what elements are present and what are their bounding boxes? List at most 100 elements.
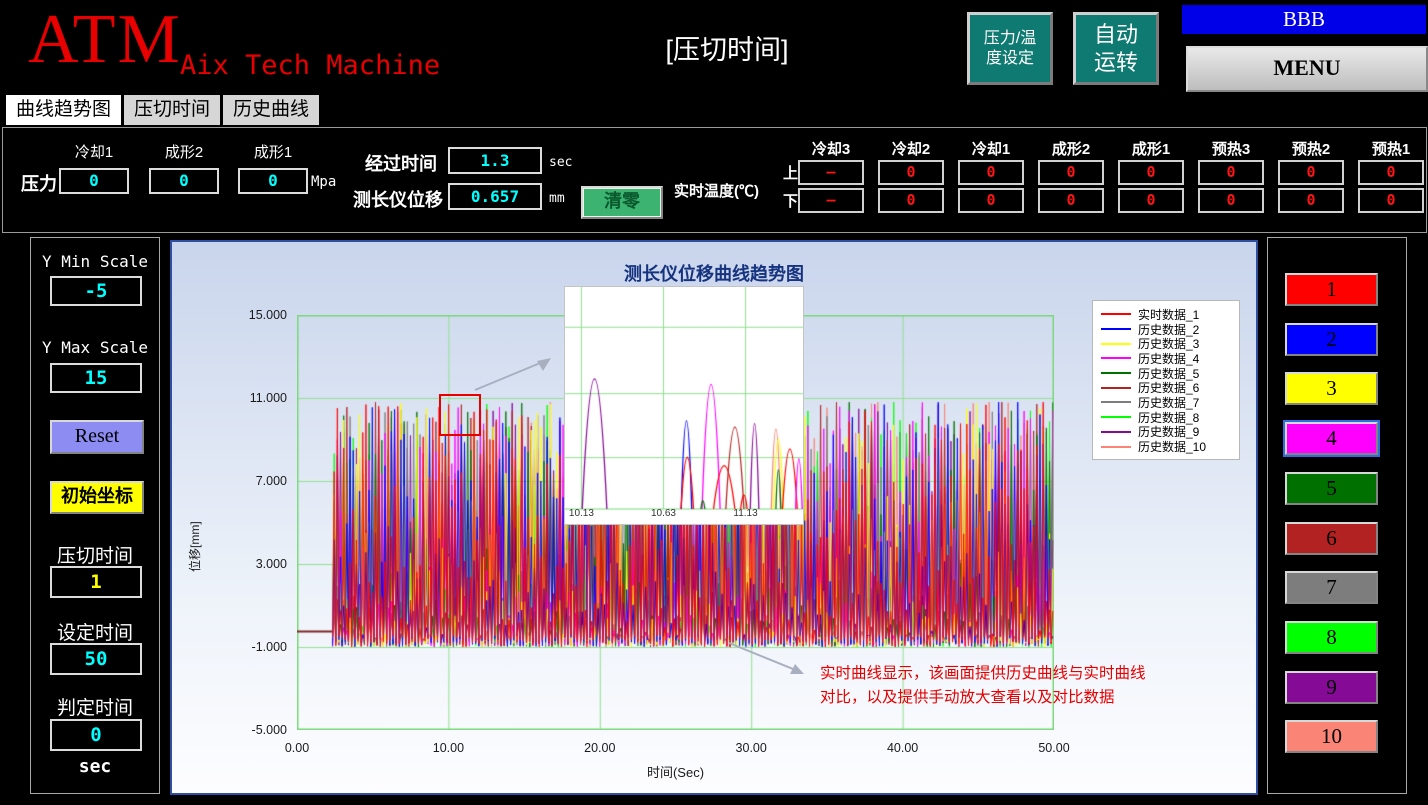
temp-column-header: 成形1 (1118, 138, 1184, 159)
temp-column-header: 预热2 (1278, 138, 1344, 159)
elapsed-time-value: 1.3 (448, 147, 542, 174)
press-cut-time-label: 压切时间 (31, 541, 159, 568)
chart-settings-panel: Y Min Scale -5 Y Max Scale 15 Reset 初始坐标… (30, 237, 160, 794)
pressure-temp-settings-button[interactable]: 压力/温 度设定 (967, 12, 1053, 85)
legend-item: 历史数据_4 (1101, 351, 1235, 366)
auto-run-button[interactable]: 自动 运转 (1073, 12, 1159, 85)
legend-item: 历史数据_7 (1101, 395, 1235, 410)
temp-upper-value: 0 (878, 160, 944, 185)
set-time-field[interactable]: 50 (50, 643, 142, 675)
legend-item: 历史数据_3 (1101, 336, 1235, 351)
curve-button-5[interactable]: 5 (1285, 472, 1378, 505)
temp-lower-value: 0 (1198, 188, 1264, 213)
curve-button-9[interactable]: 9 (1285, 671, 1378, 704)
curve-button-4[interactable]: 4 (1285, 422, 1378, 455)
y-max-scale-label: Y Max Scale (31, 338, 159, 357)
temp-lower-value: 0 (1278, 188, 1344, 213)
auto-run-label-line1: 自动 (1076, 21, 1156, 49)
temp-lower-value: 0 (1118, 188, 1184, 213)
y-min-scale-label: Y Min Scale (31, 252, 159, 271)
set-time-label: 设定时间 (31, 618, 159, 645)
inset-tick-label: 10.13 (566, 508, 596, 519)
temp-lower-row-label: 下 (783, 190, 798, 211)
zoom-inset-window: 10.13 10.63 11.13 (564, 286, 804, 525)
pressure-value: 0 (149, 168, 219, 194)
curve-button-2[interactable]: 2 (1285, 323, 1378, 356)
inset-tick-label: 10.63 (648, 508, 678, 519)
temp-upper-value: 0 (1278, 160, 1344, 185)
temp-column-header: 冷却2 (878, 138, 944, 159)
y-tick-label: 7.000 (172, 474, 287, 488)
tab-bar: 曲线趋势图 压切时间 历史曲线 (6, 95, 319, 125)
time-unit-label: sec (31, 756, 159, 777)
displacement-unit: mm (549, 191, 565, 206)
tab-curve-trend[interactable]: 曲线趋势图 (6, 95, 121, 125)
curve-button-7[interactable]: 7 (1285, 571, 1378, 604)
temp-column-header: 冷却3 (798, 138, 864, 159)
judge-time-label: 判定时间 (31, 693, 159, 720)
menu-button[interactable]: MENU (1186, 46, 1428, 92)
x-tick-label: 20.00 (569, 741, 631, 755)
y-tick-label: -5.000 (172, 723, 287, 737)
chart-title: 测长仪位移曲线趋势图 (172, 260, 1256, 286)
x-tick-label: 30.00 (720, 741, 782, 755)
x-tick-label: 10.00 (417, 741, 479, 755)
curve-button-3[interactable]: 3 (1285, 372, 1378, 405)
pressure-channel-name: 冷却1 (59, 141, 129, 162)
trend-chart-container: 测长仪位移曲线趋势图 15.00011.0007.0003.000-1.000-… (170, 240, 1258, 795)
elapsed-time-unit: sec (549, 155, 572, 170)
legend-line-swatch (1101, 401, 1131, 403)
temp-upper-value: 0 (1198, 160, 1264, 185)
inset-tick-label: 11.13 (731, 508, 761, 519)
y-max-scale-field[interactable]: 15 (50, 363, 142, 393)
temp-upper-row-label: 上 (783, 162, 798, 183)
y-tick-label: -1.000 (172, 640, 287, 654)
curve-button-8[interactable]: 8 (1285, 621, 1378, 654)
tab-press-cut-time[interactable]: 压切时间 (124, 95, 220, 125)
auto-run-label-line2: 运转 (1076, 49, 1156, 77)
app-logo: ATM (28, 0, 182, 80)
press-cut-time-field[interactable]: 1 (50, 566, 142, 598)
legend-line-swatch (1101, 446, 1131, 448)
temp-upper-value: 0 (958, 160, 1024, 185)
judge-time-field[interactable]: 0 (50, 719, 142, 751)
legend-item: 历史数据_2 (1101, 322, 1235, 337)
zoom-arrow-icon (467, 347, 562, 402)
legend-line-swatch (1101, 343, 1131, 345)
y-min-scale-field[interactable]: -5 (50, 276, 142, 306)
y-tick-label: 11.000 (172, 391, 287, 405)
pressure-value: 0 (59, 168, 129, 194)
temp-upper-value: 0 (1038, 160, 1104, 185)
y-axis-label: 位移[mm] (186, 521, 203, 572)
page-title: [压切时间] (597, 28, 857, 67)
legend-line-swatch (1101, 372, 1131, 374)
temp-lower-value: 0 (958, 188, 1024, 213)
x-axis-label: 时间(Sec) (297, 762, 1054, 781)
temp-column-header: 预热1 (1358, 138, 1424, 159)
curve-button-1[interactable]: 1 (1285, 273, 1378, 306)
status-banner-bbb: BBB (1182, 5, 1426, 34)
clear-zero-button[interactable]: 清零 (581, 186, 663, 219)
displacement-label: 测长仪位移 (353, 186, 443, 212)
tab-history-curve[interactable]: 历史曲线 (223, 95, 319, 125)
reset-button[interactable]: Reset (50, 420, 144, 454)
pressure-temp-settings-label-line2: 度设定 (970, 49, 1050, 69)
status-panel: 压力 冷却1 成形2 成形1 0 0 0 Mpa 经过时间 1.3 sec 测长… (2, 127, 1427, 233)
x-tick-label: 0.00 (266, 741, 328, 755)
initial-coordinates-button[interactable]: 初始坐标 (50, 481, 144, 514)
temp-upper-value: 0 (1358, 160, 1424, 185)
temp-column-header: 成形2 (1038, 138, 1104, 159)
curve-button-6[interactable]: 6 (1285, 522, 1378, 555)
legend-line-swatch (1101, 431, 1131, 433)
legend-line-swatch (1101, 416, 1131, 418)
temp-lower-value: 0 (878, 188, 944, 213)
chart-annotation: 实时曲线显示，该画面提供历史曲线与实时曲线 对比，以及提供手动放大查看以及对比数… (820, 662, 1146, 710)
pressure-value: 0 (238, 168, 308, 194)
pressure-label: 压力 (21, 170, 57, 196)
x-tick-label: 50.00 (1023, 741, 1085, 755)
curve-button-10[interactable]: 10 (1285, 720, 1378, 753)
temp-column-header: 预热3 (1198, 138, 1264, 159)
legend-item: 历史数据_5 (1101, 366, 1235, 381)
legend-line-swatch (1101, 387, 1131, 389)
legend-item: 历史数据_6 (1101, 380, 1235, 395)
